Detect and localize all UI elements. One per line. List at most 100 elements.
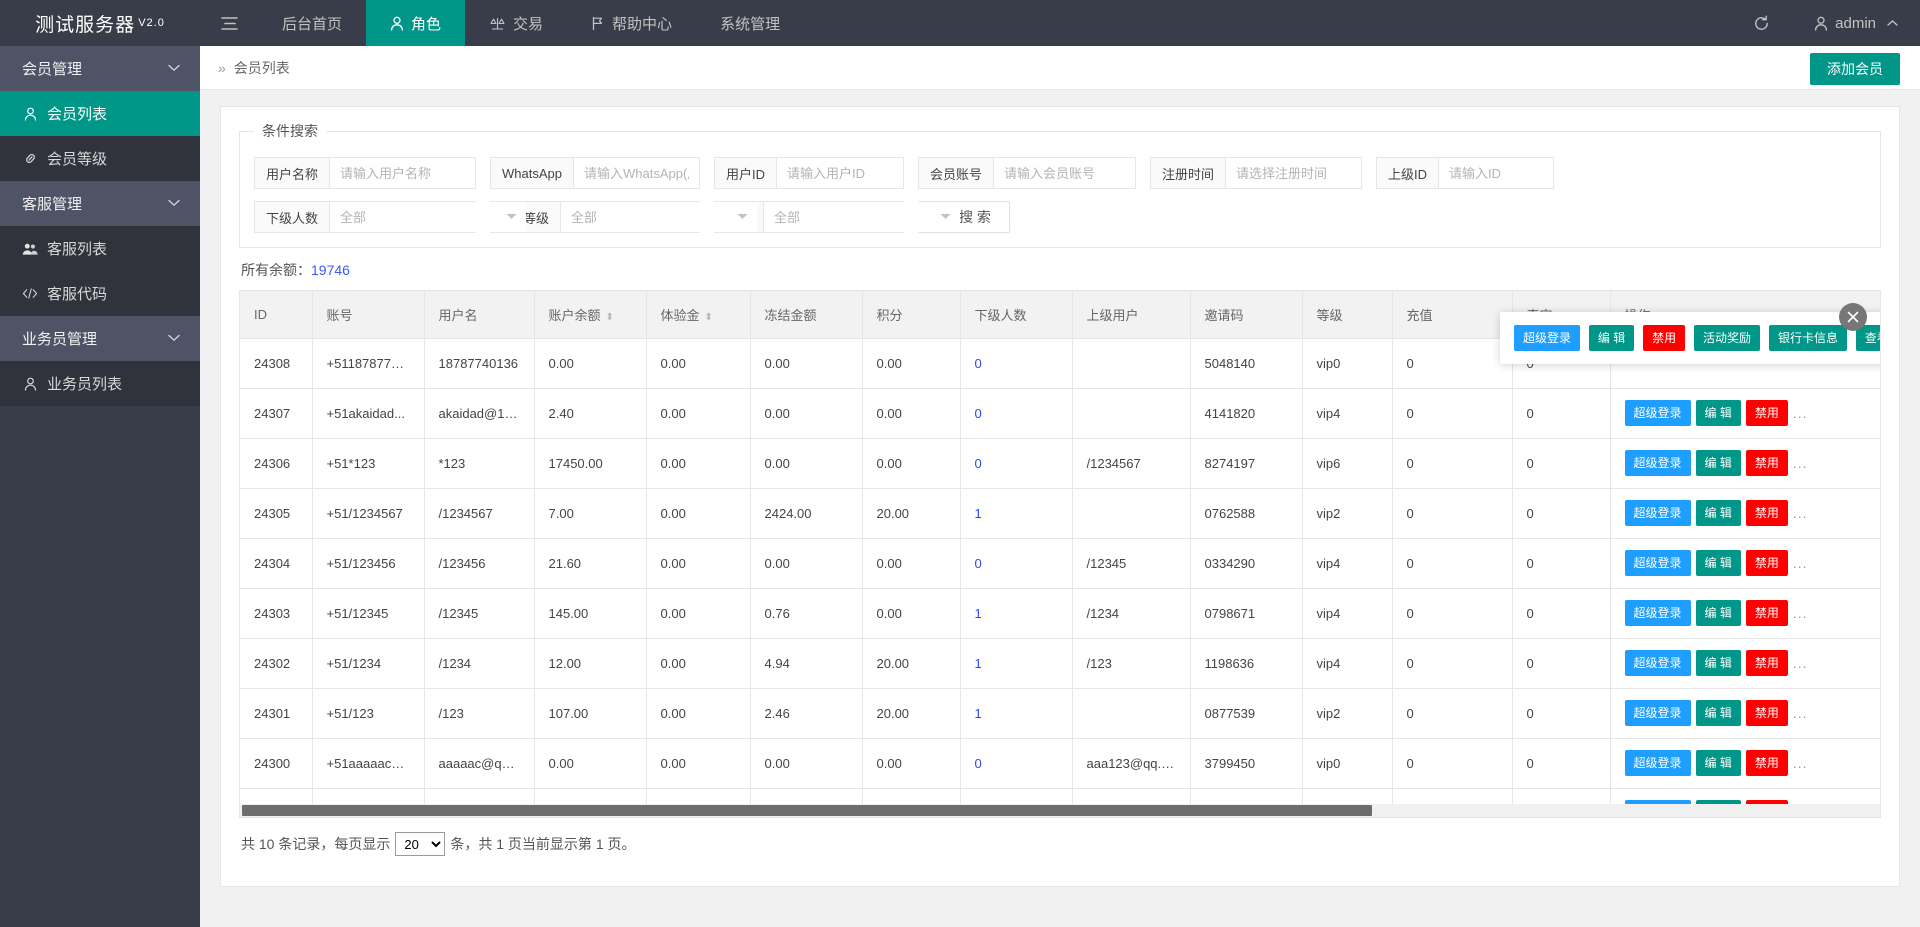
sidebar-group-member-management[interactable]: 会员管理: [0, 46, 200, 91]
edit-button[interactable]: 编 辑: [1696, 600, 1741, 626]
column-header-frozen[interactable]: 冻结金额: [750, 291, 862, 338]
cell-subcount[interactable]: 0: [960, 388, 1072, 438]
user-menu[interactable]: admin: [1792, 0, 1920, 46]
sidebar-item-support-list[interactable]: 客服列表: [0, 226, 200, 271]
cell-subcount[interactable]: 0: [960, 338, 1072, 388]
column-header-subordinates[interactable]: 下级人数: [960, 291, 1072, 338]
edit-button[interactable]: 编 辑: [1589, 325, 1634, 351]
super-login-button[interactable]: 超级登录: [1625, 750, 1691, 776]
search-input-userid[interactable]: [777, 158, 903, 188]
column-header-balance[interactable]: 账户余额⬍: [534, 291, 646, 338]
column-header-recharge[interactable]: 充值: [1392, 291, 1512, 338]
edit-button[interactable]: 编 辑: [1696, 550, 1741, 576]
subordinate-count-link[interactable]: 1: [975, 656, 982, 671]
subordinate-count-link[interactable]: 0: [975, 456, 982, 471]
nav-item-help-center[interactable]: 帮助中心: [567, 0, 696, 46]
cell-subcount[interactable]: 0: [960, 438, 1072, 488]
nav-item-trade[interactable]: 交易: [465, 0, 567, 46]
nav-item-role[interactable]: 角色: [366, 0, 465, 46]
subordinate-count-link[interactable]: 1: [975, 606, 982, 621]
sort-updown-icon[interactable]: ⬍: [705, 313, 713, 323]
search-select-recharge[interactable]: [764, 202, 960, 232]
column-header-level[interactable]: 等级: [1302, 291, 1392, 338]
disable-button[interactable]: 禁用: [1746, 600, 1788, 626]
disable-button[interactable]: 禁用: [1746, 650, 1788, 676]
subordinate-count-link[interactable]: 0: [975, 406, 982, 421]
column-header-invite-code[interactable]: 邀请码: [1190, 291, 1302, 338]
table-scroll-container[interactable]: ID 账号 用户名 账户余额⬍ 体验金⬍ 冻结金额 积分 下级人数 上级用户 邀…: [240, 291, 1880, 818]
sort-updown-icon[interactable]: ⬍: [606, 313, 614, 323]
more-actions-button[interactable]: ...: [1793, 655, 1808, 671]
disable-button[interactable]: 禁用: [1643, 325, 1685, 351]
more-actions-button[interactable]: ...: [1793, 405, 1808, 421]
subordinate-count-link[interactable]: 0: [975, 356, 982, 371]
sidebar-group-salesperson-management[interactable]: 业务员管理: [0, 316, 200, 361]
bank-card-info-button[interactable]: 银行卡信息: [1769, 325, 1847, 351]
sidebar-item-support-code[interactable]: 客服代码: [0, 271, 200, 316]
cell-subcount[interactable]: 1: [960, 488, 1072, 538]
column-header-username[interactable]: 用户名: [424, 291, 534, 338]
column-header-superior[interactable]: 上级用户: [1072, 291, 1190, 338]
disable-button[interactable]: 禁用: [1746, 400, 1788, 426]
subordinate-count-link[interactable]: 0: [975, 556, 982, 571]
super-login-button[interactable]: 超级登录: [1625, 550, 1691, 576]
super-login-button[interactable]: 超级登录: [1625, 700, 1691, 726]
edit-button[interactable]: 编 辑: [1696, 750, 1741, 776]
more-actions-button[interactable]: ...: [1793, 755, 1808, 771]
cell-subcount[interactable]: 0: [960, 738, 1072, 788]
more-actions-button[interactable]: ...: [1793, 455, 1808, 471]
cell-subcount[interactable]: 0: [960, 538, 1072, 588]
more-actions-button[interactable]: ...: [1793, 705, 1808, 721]
cell-subcount[interactable]: 1: [960, 688, 1072, 738]
super-login-button[interactable]: 超级登录: [1625, 600, 1691, 626]
activity-reward-button[interactable]: 活动奖励: [1694, 325, 1760, 351]
disable-button[interactable]: 禁用: [1746, 700, 1788, 726]
super-login-button[interactable]: 超级登录: [1625, 500, 1691, 526]
column-header-points[interactable]: 积分: [862, 291, 960, 338]
column-header-id[interactable]: ID: [240, 291, 312, 338]
cell-subcount[interactable]: 1: [960, 588, 1072, 638]
column-header-account[interactable]: 账号: [312, 291, 424, 338]
disable-button[interactable]: 禁用: [1746, 450, 1788, 476]
search-select-vip-level[interactable]: [561, 202, 757, 232]
super-login-button[interactable]: 超级登录: [1625, 650, 1691, 676]
disable-button[interactable]: 禁用: [1746, 750, 1788, 776]
subordinate-count-link[interactable]: 1: [975, 506, 982, 521]
edit-button[interactable]: 编 辑: [1696, 650, 1741, 676]
refresh-button[interactable]: [1731, 0, 1792, 46]
horizontal-scrollbar-thumb[interactable]: [242, 805, 1372, 816]
edit-button[interactable]: 编 辑: [1696, 400, 1741, 426]
page-size-select[interactable]: 10203050100: [395, 832, 445, 856]
column-header-experience[interactable]: 体验金⬍: [646, 291, 750, 338]
more-actions-button[interactable]: ...: [1793, 505, 1808, 521]
disable-button[interactable]: 禁用: [1746, 500, 1788, 526]
sidebar-item-member-level[interactable]: 会员等级: [0, 136, 200, 181]
close-icon[interactable]: [1839, 303, 1867, 331]
nav-item-system[interactable]: 系统管理: [696, 0, 804, 46]
menu-icon[interactable]: [200, 0, 258, 46]
disable-button[interactable]: 禁用: [1746, 550, 1788, 576]
super-login-button[interactable]: 超级登录: [1625, 450, 1691, 476]
search-input-register-time[interactable]: [1226, 158, 1361, 188]
search-input-username[interactable]: [330, 158, 475, 188]
search-input-whatsapp[interactable]: [574, 158, 699, 188]
sidebar-group-support-management[interactable]: 客服管理: [0, 181, 200, 226]
subordinate-count-link[interactable]: 0: [975, 756, 982, 771]
cell-subcount[interactable]: 1: [960, 638, 1072, 688]
nav-item-home[interactable]: 后台首页: [258, 0, 366, 46]
sidebar-item-member-list[interactable]: 会员列表: [0, 91, 200, 136]
subordinate-count-link[interactable]: 1: [975, 706, 982, 721]
search-input-account[interactable]: [994, 158, 1135, 188]
search-select-subordinate-count[interactable]: [330, 202, 526, 232]
super-login-button[interactable]: 超级登录: [1625, 400, 1691, 426]
super-login-button[interactable]: 超级登录: [1514, 325, 1580, 351]
edit-button[interactable]: 编 辑: [1696, 500, 1741, 526]
edit-button[interactable]: 编 辑: [1696, 450, 1741, 476]
brand-logo[interactable]: 测试服务器V2.0: [0, 0, 200, 46]
horizontal-scrollbar[interactable]: [240, 804, 1880, 817]
more-actions-button[interactable]: ...: [1793, 555, 1808, 571]
add-member-button[interactable]: 添加会员: [1810, 53, 1900, 85]
search-input-superior-id[interactable]: [1439, 158, 1553, 188]
sidebar-item-salesperson-list[interactable]: 业务员列表: [0, 361, 200, 406]
more-actions-button[interactable]: ...: [1793, 605, 1808, 621]
